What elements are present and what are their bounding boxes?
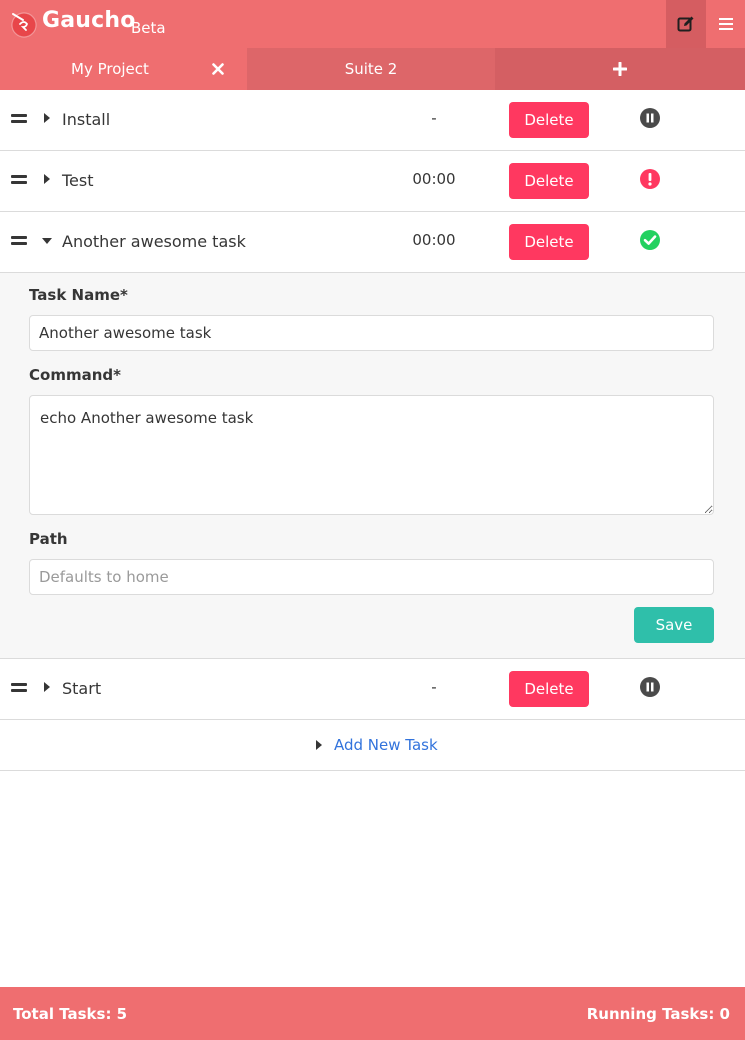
drag-handle-icon[interactable]	[11, 683, 27, 693]
add-tab-button[interactable]	[495, 48, 745, 90]
caret-right-icon[interactable]	[43, 112, 51, 124]
check-circle-icon[interactable]	[639, 229, 661, 251]
task-time: -	[431, 678, 437, 696]
delete-button[interactable]: Delete	[509, 102, 589, 138]
exclamation-circle-icon[interactable]	[639, 168, 661, 190]
task-row: Another awesome task 00:00 Delete	[0, 212, 745, 273]
task-name[interactable]: Test	[62, 171, 94, 190]
caret-right-icon[interactable]	[43, 173, 51, 185]
close-icon[interactable]	[209, 60, 227, 78]
task-row: Start - Delete	[0, 659, 745, 720]
pause-circle-icon[interactable]	[639, 676, 661, 698]
task-time: 00:00	[412, 231, 456, 249]
caret-right-icon	[316, 740, 322, 750]
plus-icon	[613, 62, 627, 76]
running-tasks-count: Running Tasks: 0	[586, 1005, 730, 1023]
tab-suite-2[interactable]: Suite 2	[247, 48, 495, 90]
command-label: Command*	[29, 366, 121, 384]
task-edit-form: Task Name* Command* echo Another awesome…	[0, 273, 745, 659]
task-time: -	[431, 109, 437, 127]
tab-my-project[interactable]: My Project	[0, 48, 247, 90]
delete-button[interactable]: Delete	[509, 224, 589, 260]
pause-circle-icon[interactable]	[639, 107, 661, 129]
edit-icon	[677, 16, 694, 32]
add-task-row: Add New Task	[0, 720, 745, 771]
delete-button[interactable]: Delete	[509, 671, 589, 707]
app-header: Gaucho Beta	[0, 0, 745, 48]
task-row: Install - Delete	[0, 90, 745, 151]
drag-handle-icon[interactable]	[11, 236, 27, 246]
gaucho-logo	[11, 12, 37, 38]
caret-down-icon[interactable]	[41, 237, 53, 245]
task-name-label: Task Name*	[29, 286, 128, 304]
menu-button[interactable]	[706, 0, 745, 48]
caret-right-icon[interactable]	[43, 681, 51, 693]
hamburger-icon	[718, 18, 733, 30]
app-beta-tag: Beta	[131, 19, 166, 37]
status-footer: Total Tasks: 5 Running Tasks: 0	[0, 987, 745, 1040]
command-textarea[interactable]: echo Another awesome task	[29, 395, 714, 515]
task-name[interactable]: Start	[62, 679, 101, 698]
edit-button[interactable]	[666, 0, 706, 48]
task-name-input[interactable]	[29, 315, 714, 351]
task-row: Test 00:00 Delete	[0, 151, 745, 212]
drag-handle-icon[interactable]	[11, 114, 27, 124]
task-name[interactable]: Another awesome task	[62, 232, 246, 251]
path-label: Path	[29, 530, 68, 548]
tab-label: Suite 2	[344, 60, 398, 78]
tab-label: My Project	[71, 60, 149, 78]
save-button[interactable]: Save	[634, 607, 714, 643]
task-name[interactable]: Install	[62, 110, 110, 129]
task-time: 00:00	[412, 170, 456, 188]
app-name: Gaucho	[42, 8, 136, 33]
delete-button[interactable]: Delete	[509, 163, 589, 199]
total-tasks-count: Total Tasks: 5	[13, 1005, 128, 1023]
drag-handle-icon[interactable]	[11, 175, 27, 185]
suite-tabs: My Project Suite 2	[0, 48, 745, 90]
path-input[interactable]	[29, 559, 714, 595]
add-new-task-link[interactable]: Add New Task	[334, 736, 438, 754]
